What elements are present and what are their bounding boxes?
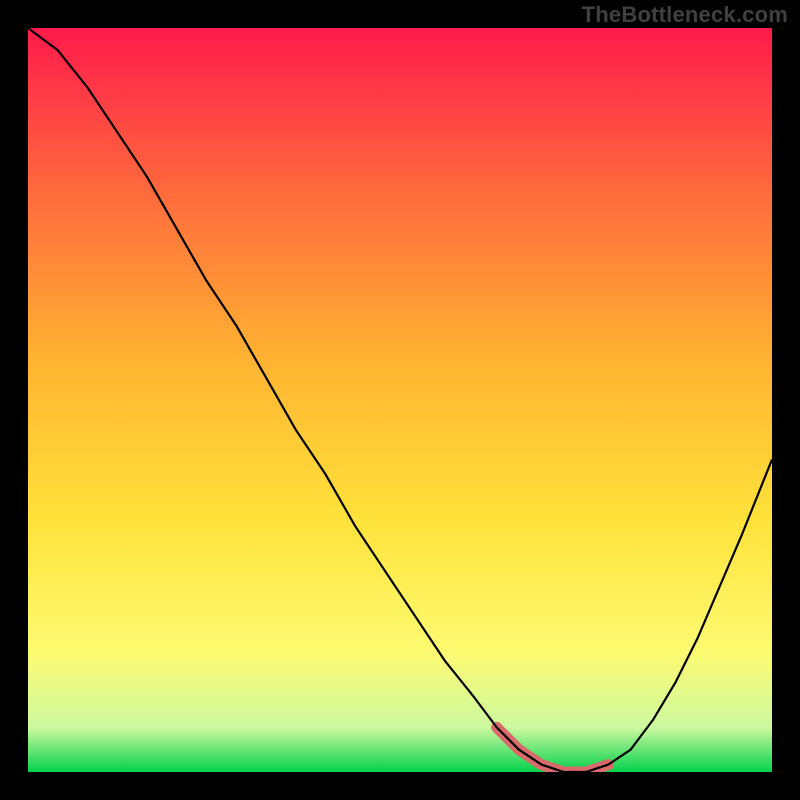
bottleneck-chart	[28, 28, 772, 772]
plot-area	[28, 28, 772, 772]
chart-container: TheBottleneck.com	[0, 0, 800, 800]
attribution-text: TheBottleneck.com	[582, 2, 788, 28]
gradient-background	[28, 28, 772, 772]
